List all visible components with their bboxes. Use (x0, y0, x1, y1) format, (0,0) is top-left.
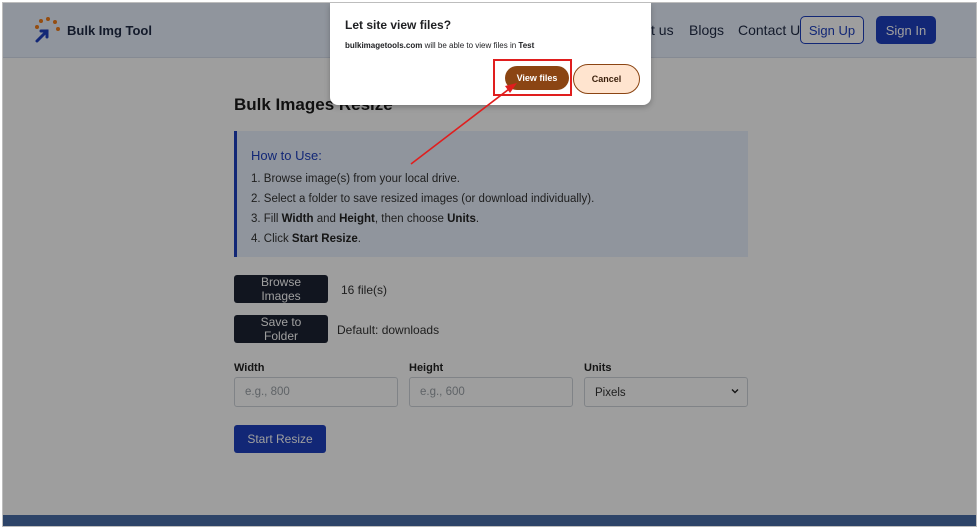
browser-page: Bulk Img Tool t us Blogs Contact Us Sign… (2, 2, 977, 527)
dialog-title: Let site view files? (345, 18, 452, 32)
annotation-highlight-box (493, 59, 572, 96)
dialog-message: bulkimagetools.com will be able to view … (345, 41, 535, 50)
file-permission-dialog: Let site view files? bulkimagetools.com … (330, 3, 651, 105)
cancel-button[interactable]: Cancel (573, 64, 640, 94)
